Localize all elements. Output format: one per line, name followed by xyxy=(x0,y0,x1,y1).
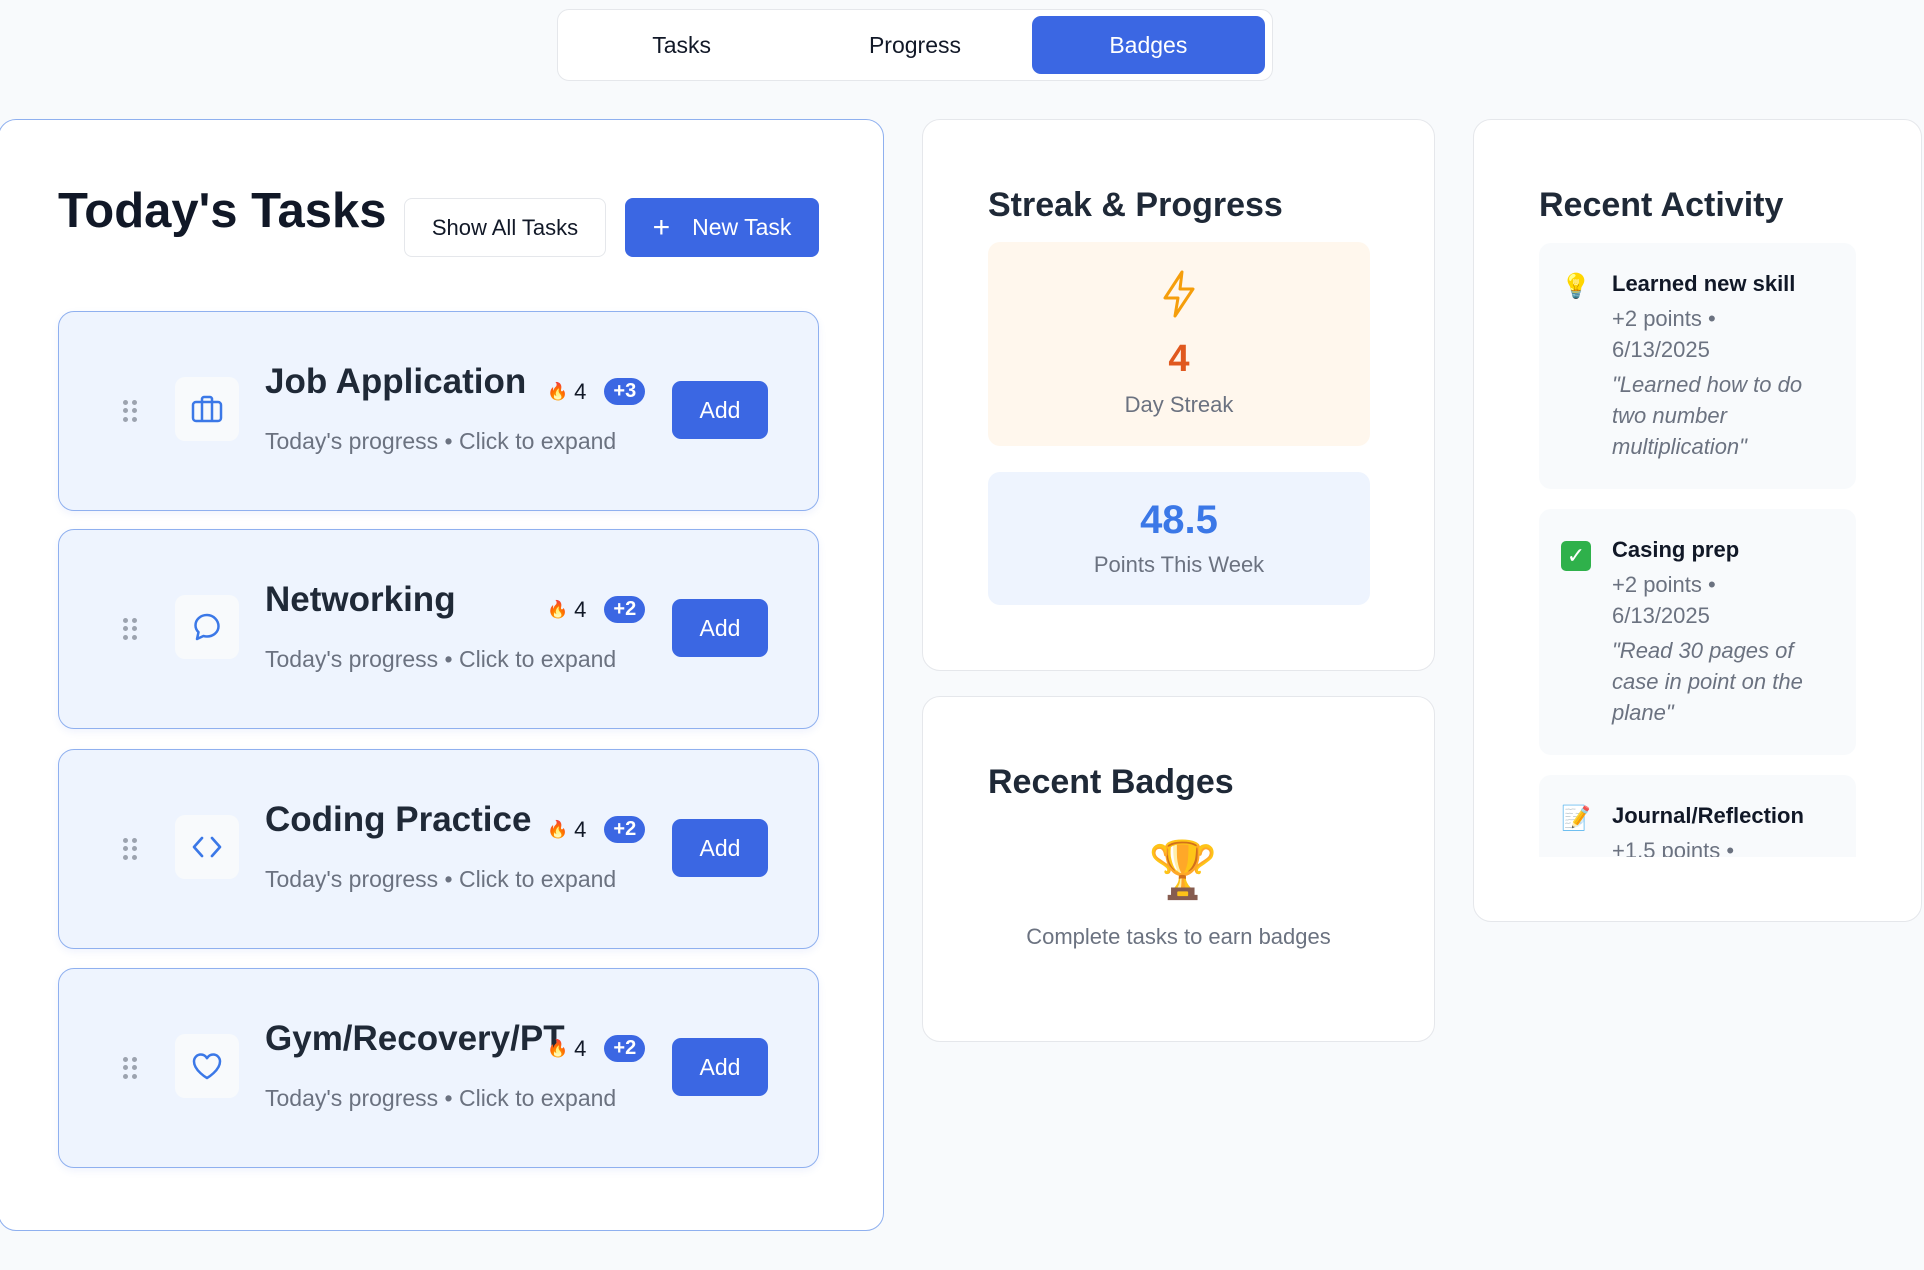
task-name: Networking xyxy=(265,580,456,619)
app-root: Tasks Progress Badges Today's Tasks Show… xyxy=(0,0,1924,1270)
flame-icon: 🔥 xyxy=(547,599,569,619)
activity-date: 6/13/2025 xyxy=(1612,337,1710,362)
activity-title: Journal/Reflection xyxy=(1612,803,1804,828)
activity-points: +2 points • xyxy=(1612,572,1716,597)
activity-note: "Learned how to do two number multiplica… xyxy=(1612,372,1803,459)
activity-title: Casing prep xyxy=(1612,537,1740,562)
bonus-badge: +3 xyxy=(604,378,646,405)
drag-handle-icon[interactable] xyxy=(123,1057,137,1079)
tab-progress[interactable]: Progress xyxy=(798,16,1031,74)
trophy-icon: 🏆 xyxy=(1148,838,1218,901)
task-card[interactable]: Gym/Recovery/PT Today's progress • Click… xyxy=(58,968,819,1168)
flame-icon: 🔥 xyxy=(547,1038,569,1058)
new-task-button[interactable]: + New Task xyxy=(625,198,819,257)
activity-item: 💡 Learned new skill +2 points • 6/13/202… xyxy=(1539,243,1856,489)
task-name: Coding Practice xyxy=(265,800,532,839)
lightning-icon xyxy=(988,270,1370,323)
heart-icon xyxy=(175,1034,239,1098)
code-icon xyxy=(175,815,239,879)
task-streak: 🔥 4 +2 xyxy=(547,596,646,623)
memo-icon: 📝 xyxy=(1561,805,1591,832)
streak-count: 4 xyxy=(574,1035,587,1061)
streak-count: 4 xyxy=(574,596,587,622)
tab-badges[interactable]: Badges xyxy=(1031,16,1265,74)
streak-value: 4 xyxy=(1168,338,1190,380)
activity-panel-title: Recent Activity xyxy=(1539,186,1784,224)
new-task-label: New Task xyxy=(692,214,792,240)
add-button[interactable]: Add xyxy=(672,819,768,877)
chat-bubble-icon xyxy=(175,595,239,659)
add-button[interactable]: Add xyxy=(672,599,768,657)
add-button[interactable]: Add xyxy=(672,1038,768,1096)
page-title: Today's Tasks xyxy=(58,184,387,238)
activity-item: ✓ Casing prep +2 points • 6/13/2025 "Rea… xyxy=(1539,509,1856,755)
streak-panel-title: Streak & Progress xyxy=(988,186,1283,224)
streak-card: 4 Day Streak xyxy=(988,242,1370,446)
task-card[interactable]: Coding Practice Today's progress • Click… xyxy=(58,749,819,949)
task-subtitle: Today's progress • Click to expand xyxy=(265,1085,617,1111)
tab-bar: Tasks Progress Badges xyxy=(557,9,1273,81)
task-card[interactable]: Job Application Today's progress • Click… xyxy=(58,311,819,511)
flame-icon: 🔥 xyxy=(547,819,569,839)
activity-meta: +2 points • 6/13/2025 xyxy=(1612,303,1842,365)
bonus-badge: +2 xyxy=(604,596,646,623)
activity-points: +1.5 points • xyxy=(1612,838,1735,857)
activity-points: +2 points • xyxy=(1612,306,1716,331)
task-subtitle: Today's progress • Click to expand xyxy=(265,646,617,672)
briefcase-icon xyxy=(175,377,239,441)
task-name: Gym/Recovery/PT xyxy=(265,1019,565,1058)
activity-note: "Read 30 pages of case in point on the p… xyxy=(1612,638,1803,725)
activity-list[interactable]: 💡 Learned new skill +2 points • 6/13/202… xyxy=(1539,243,1856,857)
drag-handle-icon[interactable] xyxy=(123,618,137,640)
activity-item: 📝 Journal/Reflection +1.5 points • xyxy=(1539,775,1856,857)
task-streak: 🔥 4 +2 xyxy=(547,1035,646,1062)
check-mark-icon: ✓ xyxy=(1561,541,1591,571)
points-label: Points This Week xyxy=(1093,552,1265,577)
points-value: 48.5 xyxy=(1140,498,1218,542)
tab-tasks[interactable]: Tasks xyxy=(565,16,798,74)
task-streak: 🔥 4 +2 xyxy=(547,816,646,843)
drag-handle-icon[interactable] xyxy=(123,400,137,422)
task-subtitle: Today's progress • Click to expand xyxy=(265,866,617,892)
drag-handle-icon[interactable] xyxy=(123,838,137,860)
plus-icon: + xyxy=(652,210,671,244)
task-subtitle: Today's progress • Click to expand xyxy=(265,428,617,454)
badges-panel-title: Recent Badges xyxy=(988,763,1234,801)
streak-label: Day Streak xyxy=(1124,392,1234,417)
streak-count: 4 xyxy=(574,816,587,842)
badges-empty-text: Complete tasks to earn badges xyxy=(1026,924,1331,949)
lightbulb-icon: 💡 xyxy=(1561,273,1591,300)
task-name: Job Application xyxy=(265,362,527,401)
activity-title: Learned new skill xyxy=(1612,271,1796,296)
flame-icon: 🔥 xyxy=(547,381,569,401)
task-card[interactable]: Networking Today's progress • Click to e… xyxy=(58,529,819,729)
streak-count: 4 xyxy=(574,378,587,404)
activity-date: 6/13/2025 xyxy=(1612,603,1710,628)
bonus-badge: +2 xyxy=(604,1035,646,1062)
add-button[interactable]: Add xyxy=(672,381,768,439)
bonus-badge: +2 xyxy=(604,816,646,843)
points-card: 48.5 Points This Week xyxy=(988,472,1370,605)
activity-meta: +2 points • 6/13/2025 xyxy=(1612,569,1842,631)
task-streak: 🔥 4 +3 xyxy=(547,378,646,405)
show-all-tasks-button[interactable]: Show All Tasks xyxy=(404,198,606,257)
activity-meta: +1.5 points • xyxy=(1612,835,1842,857)
